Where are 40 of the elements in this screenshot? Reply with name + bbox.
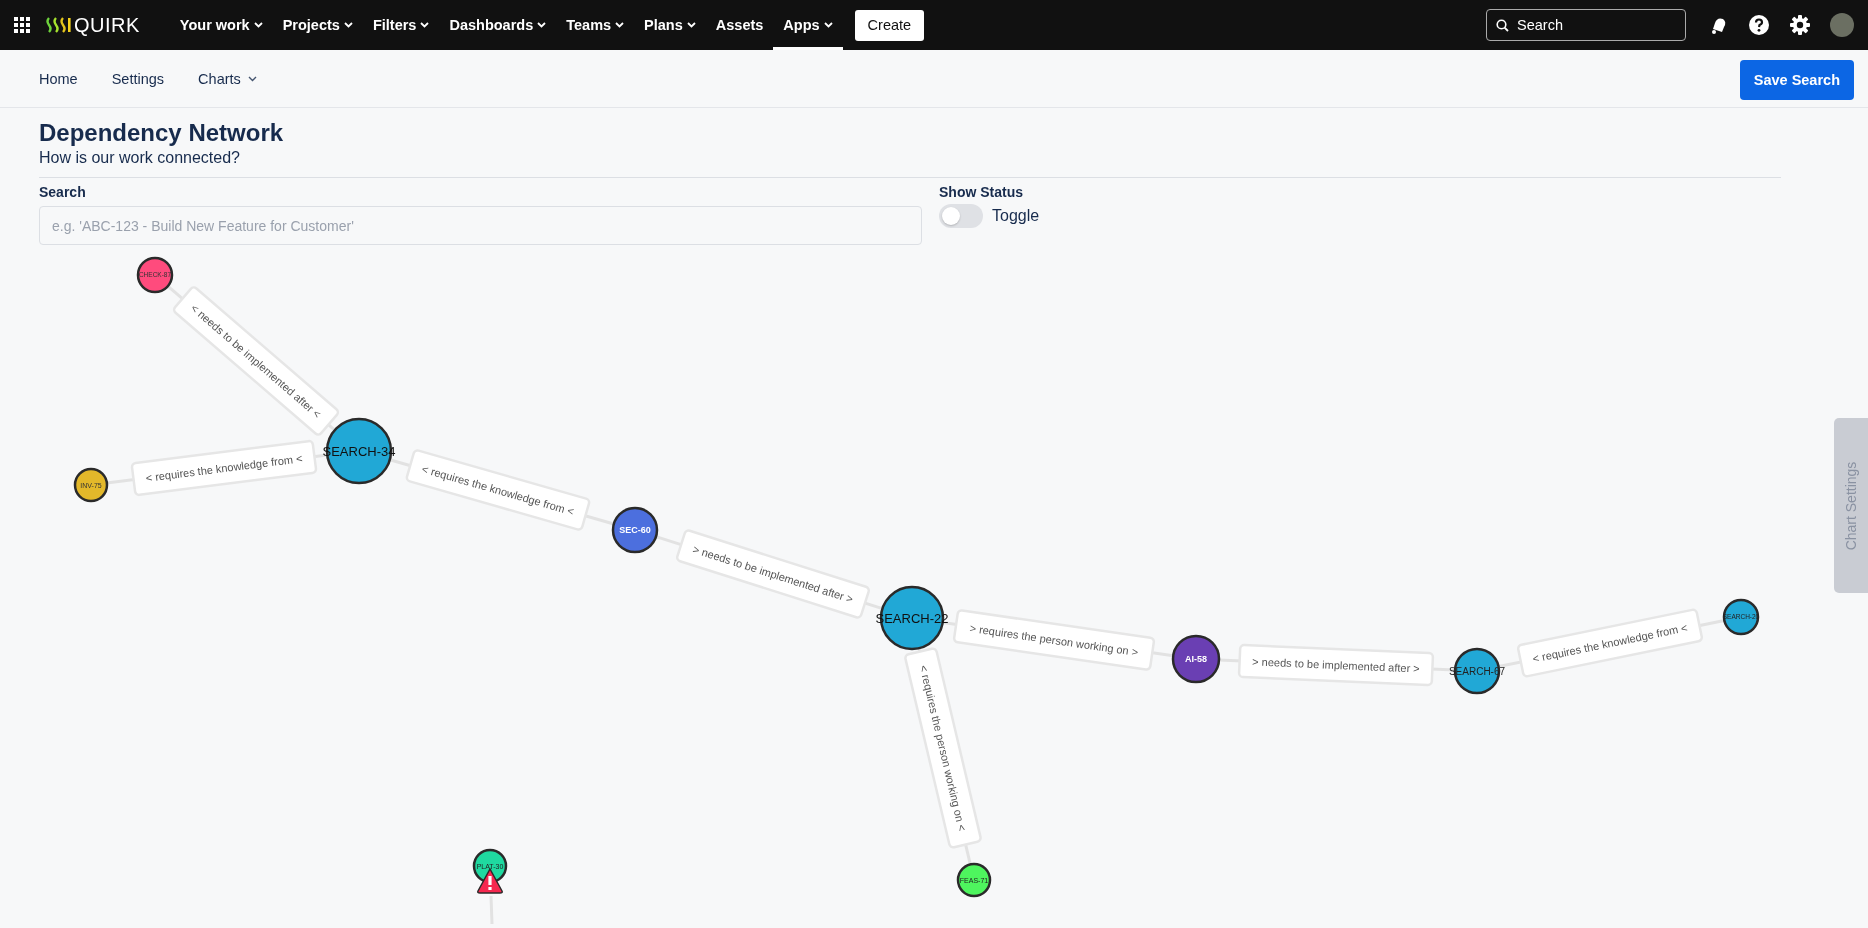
nav-item[interactable]: Filters: [362, 0, 440, 50]
node-label: AI-58: [1185, 654, 1207, 665]
graph-node[interactable]: [611, 506, 659, 554]
edge-label: > needs to be implemented after >: [1237, 643, 1435, 687]
toggle-label: Toggle: [992, 207, 1040, 225]
nav-item[interactable]: Teams: [556, 0, 635, 50]
nav-item[interactable]: Your work: [169, 0, 273, 50]
field-label: Search: [39, 184, 87, 200]
page-title: Dependency Network: [39, 118, 285, 148]
subnav-item[interactable]: Home: [25, 64, 92, 93]
connector-line: [489, 895, 494, 925]
toggle-switch[interactable]: [939, 204, 983, 228]
graph-node[interactable]: [136, 256, 174, 294]
nav-item[interactable]: Projects: [272, 0, 363, 50]
page-subtitle: How is our work connected?: [39, 149, 241, 167]
graph-node[interactable]: [73, 467, 109, 503]
save-search-button[interactable]: Save Search: [1739, 59, 1854, 100]
graph-node[interactable]: [956, 862, 992, 898]
logo-text: QUIRK: [74, 13, 140, 37]
create-button[interactable]: Create: [854, 9, 925, 41]
search-icon: [1496, 19, 1509, 32]
edge-label: < requires the knowledge from <: [130, 439, 318, 497]
nav-item[interactable]: Plans: [634, 0, 706, 50]
nav-item[interactable]: Apps: [773, 0, 843, 50]
search-input[interactable]: e.g. 'ABC-123 - Build New Feature for Customer': [39, 206, 922, 245]
nav-item[interactable]: Assets: [705, 0, 774, 50]
graph-node[interactable]: [1171, 634, 1221, 684]
subnav-item[interactable]: Settings: [97, 64, 179, 93]
edge-label: < requires the knowledge from <: [1516, 607, 1704, 679]
logo-icon: [46, 17, 72, 33]
help-icon[interactable]: [1748, 14, 1770, 36]
app-grid-icon[interactable]: [14, 17, 30, 33]
edge-label: < requires the person working on <: [903, 646, 983, 850]
search-field[interactable]: Search: [1486, 9, 1686, 41]
subnav-item[interactable]: Charts: [184, 64, 271, 93]
user-avatar[interactable]: [1830, 13, 1854, 37]
node-label: SEC-60: [619, 525, 651, 536]
edge-label: > requires the person working on >: [952, 608, 1156, 672]
nav-item[interactable]: Dashboards: [439, 0, 557, 50]
field-label: Show Status: [939, 184, 1024, 200]
